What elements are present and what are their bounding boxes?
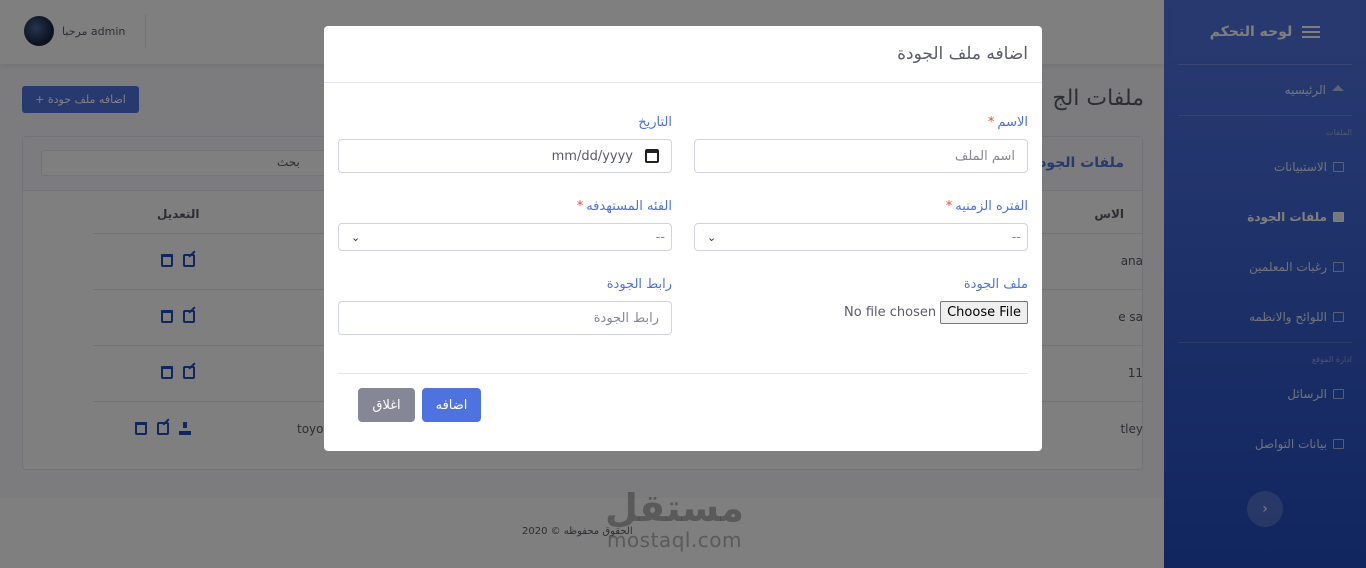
submit-button[interactable]: اضافه [422,388,481,422]
name-field: الاسم* اسم الملف [694,115,1028,173]
file-status: No file chosen [844,305,937,320]
file-field: ملف الجودة Choose File No file chosen [694,277,1028,324]
required-mark: * [576,199,584,214]
choose-file-button[interactable]: Choose File [940,301,1028,324]
link-input[interactable]: رابط الجودة [338,301,672,335]
add-quality-file-modal: اضافه ملف الجودة الاسم* اسم الملف التاري… [324,26,1042,451]
file-label: ملف الجودة [963,277,1028,292]
required-mark: * [945,199,953,214]
chevron-down-icon: ⌄ [351,230,361,244]
date-field: التاريخ mm/dd/yyyy [338,115,672,173]
calendar-icon[interactable] [645,149,659,163]
name-input[interactable]: اسم الملف [694,139,1028,173]
file-input[interactable]: Choose File No file chosen [694,301,1028,324]
target-label: الفئه المستهدفه* [576,199,672,214]
date-placeholder: mm/dd/yyyy [551,148,633,164]
period-select[interactable]: -- ⌄ [694,223,1028,251]
name-label: الاسم* [987,115,1028,130]
period-label: الفتره الزمنيه* [945,199,1028,214]
date-input[interactable]: mm/dd/yyyy [338,139,672,173]
link-field: رابط الجودة رابط الجودة [338,277,672,335]
divider [338,373,1028,374]
close-button[interactable]: اغلاق [358,388,415,422]
period-value: -- [1011,229,1021,245]
target-value: -- [655,229,665,245]
chevron-down-icon: ⌄ [707,230,717,244]
modal-title: اضافه ملف الجودة [897,44,1028,64]
link-label: رابط الجودة [606,277,672,292]
required-mark: * [987,115,995,130]
target-field: الفئه المستهدفه* -- ⌄ [338,199,672,251]
target-select[interactable]: -- ⌄ [338,223,672,251]
period-field: الفتره الزمنيه* -- ⌄ [694,199,1028,251]
modal-header: اضافه ملف الجودة [324,26,1042,83]
date-label: التاريخ [638,115,672,130]
